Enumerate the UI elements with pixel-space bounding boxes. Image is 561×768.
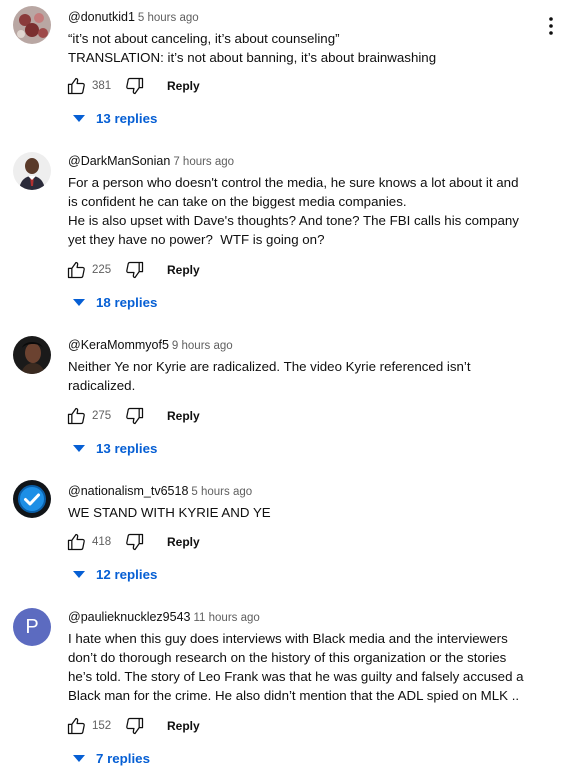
avatar[interactable] — [13, 336, 51, 374]
thumbs-down-icon[interactable] — [125, 532, 145, 552]
replies-count: 13 replies — [96, 440, 158, 456]
comment-author[interactable]: @KeraMommyof5 — [68, 338, 169, 352]
comment-actions: 381 Reply — [66, 75, 200, 97]
caret-down-icon — [73, 571, 85, 578]
caret-down-icon — [73, 115, 85, 122]
comment-author[interactable]: @nationalism_tv6518 — [68, 484, 188, 498]
reply-button[interactable]: Reply — [167, 535, 200, 549]
avatar[interactable]: P — [13, 608, 51, 646]
replies-count: 12 replies — [96, 566, 158, 582]
comment-text: I hate when this guy does interviews wit… — [68, 631, 524, 703]
caret-down-icon — [73, 755, 85, 762]
thumbs-down-icon[interactable] — [125, 716, 145, 736]
comment-author[interactable]: @donutkid1 — [68, 10, 135, 24]
view-replies-button[interactable]: 13 replies — [72, 438, 157, 458]
replies-count: 13 replies — [96, 110, 158, 126]
comment-text: Neither Ye nor Kyrie are radicalized. Th… — [68, 359, 471, 393]
comment-actions: 418 Reply — [66, 531, 200, 553]
like-count: 225 — [92, 264, 112, 276]
comment-header: @donutkid1 5 hours ago — [68, 9, 541, 25]
comment-time[interactable]: 9 hours ago — [172, 340, 233, 352]
thumbs-down-icon[interactable] — [125, 260, 145, 280]
thumbs-down-icon[interactable] — [125, 76, 145, 96]
thumbs-up-icon[interactable] — [66, 406, 86, 426]
thumbs-up-icon[interactable] — [66, 76, 86, 96]
comment-header: @DarkManSonian 7 hours ago — [68, 153, 541, 169]
comment-actions: 225 Reply — [66, 259, 200, 281]
comment-header: @paulieknucklez9543 11 hours ago — [68, 609, 541, 625]
like-count: 152 — [92, 720, 112, 732]
replies-count: 18 replies — [96, 294, 158, 310]
comment-text: “it’s not about canceling, it’s about co… — [68, 31, 437, 65]
comment-header: @nationalism_tv6518 5 hours ago — [68, 483, 541, 499]
comment-actions: 152 Reply — [66, 715, 200, 737]
caret-down-icon — [73, 445, 85, 452]
reply-button[interactable]: Reply — [167, 409, 200, 423]
view-replies-button[interactable]: 18 replies — [72, 292, 157, 312]
comment-text: For a person who doesn't control the med… — [68, 175, 519, 247]
comment-time[interactable]: 5 hours ago — [138, 12, 199, 24]
comment-author[interactable]: @paulieknucklez9543 — [68, 610, 191, 624]
reply-button[interactable]: Reply — [167, 79, 200, 93]
comment-actions: 275 Reply — [66, 405, 200, 427]
comment-time[interactable]: 7 hours ago — [173, 156, 234, 168]
comment-author[interactable]: @DarkManSonian — [68, 154, 170, 168]
like-count: 418 — [92, 536, 112, 548]
thumbs-up-icon[interactable] — [66, 532, 86, 552]
comment-time[interactable]: 5 hours ago — [191, 486, 252, 498]
thumbs-up-icon[interactable] — [66, 260, 86, 280]
view-replies-button[interactable]: 12 replies — [72, 564, 157, 584]
avatar-letter: P — [25, 615, 39, 638]
like-count: 275 — [92, 410, 112, 422]
view-replies-button[interactable]: 7 replies — [72, 748, 150, 768]
replies-count: 7 replies — [96, 750, 150, 766]
comment-time[interactable]: 11 hours ago — [194, 612, 260, 624]
reply-button[interactable]: Reply — [167, 719, 200, 733]
reply-button[interactable]: Reply — [167, 263, 200, 277]
thumbs-down-icon[interactable] — [125, 406, 145, 426]
avatar[interactable] — [13, 152, 51, 190]
view-replies-button[interactable]: 13 replies — [72, 108, 157, 128]
comment-text: WE STAND WITH KYRIE AND YE — [68, 505, 271, 520]
comment-header: @KeraMommyof5 9 hours ago — [68, 337, 541, 353]
avatar[interactable] — [13, 6, 51, 44]
thumbs-up-icon[interactable] — [66, 716, 86, 736]
like-count: 381 — [92, 80, 112, 92]
caret-down-icon — [73, 299, 85, 306]
avatar[interactable] — [13, 480, 51, 518]
more-options-icon[interactable] — [546, 16, 556, 38]
